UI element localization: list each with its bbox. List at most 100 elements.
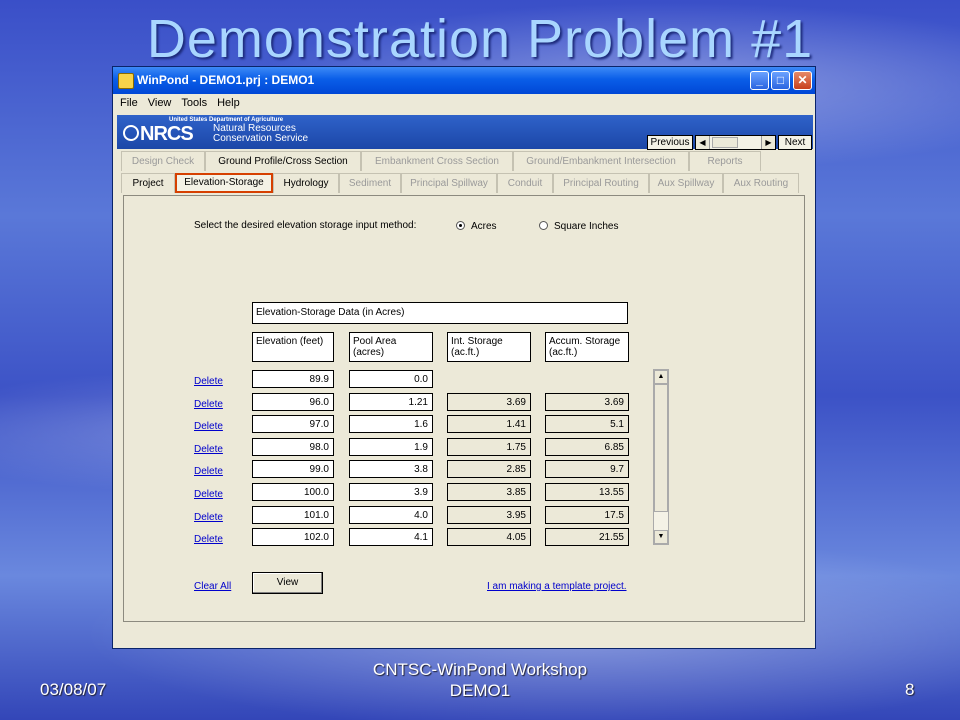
tab-reports[interactable]: Reports [689,151,761,171]
elevation-input[interactable]: 102.0 [252,528,334,546]
nrcs-logo-text: NRCS [140,123,194,145]
scroll-thumb[interactable] [712,137,738,148]
delete-row-link[interactable]: Delete [194,512,223,523]
header-int-storage: Int. Storage (ac.ft.) [447,332,531,362]
navigation-scrollbar[interactable]: ◀ ▶ [695,135,776,150]
accum-storage-value: 13.55 [545,483,629,501]
pool-area-input[interactable]: 4.0 [349,506,433,524]
int-storage-value: 3.85 [447,483,531,501]
header-elevation: Elevation (feet) [252,332,334,362]
accum-storage-value: 17.5 [545,506,629,524]
title-bar[interactable]: WinPond - DEMO1.prj : DEMO1 _ □ ✕ [113,67,815,94]
tab-conduit[interactable]: Conduit [497,173,553,193]
menu-view[interactable]: View [143,95,177,111]
header-accum-storage-line1: Accum. Storage [549,336,621,347]
pool-area-input[interactable]: 3.9 [349,483,433,501]
int-storage-value: 3.95 [447,506,531,524]
previous-button[interactable]: Previous [647,135,693,150]
radio-square-inches[interactable] [539,221,548,230]
nrcs-logo: NRCS [123,123,194,146]
tab-hydrology[interactable]: Hydrology [273,173,339,193]
delete-row-link[interactable]: Delete [194,444,223,455]
close-button[interactable]: ✕ [793,71,812,90]
next-button[interactable]: Next [778,135,812,150]
accum-storage-value: 6.85 [545,438,629,456]
footer-workshop: CNTSC-WinPond Workshop [372,660,588,679]
header-pool-area-line2: (acres) [353,347,385,358]
int-storage-value: 1.41 [447,415,531,433]
tab-elevation-storage[interactable]: Elevation-Storage [175,173,273,193]
pool-area-input[interactable]: 1.6 [349,415,433,433]
clear-all-link[interactable]: Clear All [194,581,231,592]
elevation-input[interactable]: 89.9 [252,370,334,388]
page-number: 8 [905,680,915,699]
elevation-input[interactable]: 99.0 [252,460,334,478]
app-icon [118,73,134,89]
int-storage-value: 1.75 [447,438,531,456]
accum-storage-value: 9.7 [545,460,629,478]
pool-area-input[interactable]: 3.8 [349,460,433,478]
agency-line2: Conservation Service [213,133,309,144]
elevation-input[interactable]: 101.0 [252,506,334,524]
tab-project[interactable]: Project [121,173,175,193]
pool-area-input[interactable]: 1.9 [349,438,433,456]
header-pool-area: Pool Area (acres) [349,332,433,362]
slide-title: Demonstration Problem #1 [146,9,814,69]
accum-storage-value: 3.69 [545,393,629,411]
elevation-input[interactable]: 96.0 [252,393,334,411]
footer-date: 03/08/07 [40,680,107,699]
delete-row-link[interactable]: Delete [194,466,223,477]
pool-area-input[interactable]: 0.0 [349,370,433,388]
table-title: Elevation-Storage Data (in Acres) [252,302,628,324]
scroll-left-icon[interactable]: ◀ [696,136,710,149]
menu-file[interactable]: File [115,95,143,111]
radio-acres[interactable] [456,221,465,230]
elevation-input[interactable]: 97.0 [252,415,334,433]
elevation-input[interactable]: 100.0 [252,483,334,501]
delete-row-link[interactable]: Delete [194,399,223,410]
scroll-thumb[interactable] [654,384,668,512]
footer-center: CNTSC-WinPond Workshop DEMO1 [340,659,620,701]
window-title: WinPond - DEMO1.prj : DEMO1 [137,73,315,87]
scroll-right-icon[interactable]: ▶ [761,136,775,149]
table-scrollbar[interactable]: ▲ ▼ [653,369,669,545]
tab-design-check[interactable]: Design Check [121,151,205,171]
delete-row-link[interactable]: Delete [194,489,223,500]
tab-embankment-cross-section[interactable]: Embankment Cross Section [361,151,513,171]
maximize-button[interactable]: □ [771,71,790,90]
radio-acres-label[interactable]: Acres [471,221,497,232]
header-accum-storage: Accum. Storage (ac.ft.) [545,332,629,362]
accum-storage-value: 5.1 [545,415,629,433]
tab-ground-embankment-intersection[interactable]: Ground/Embankment Intersection [513,151,689,171]
input-method-prompt: Select the desired elevation storage inp… [194,220,417,231]
radio-square-inches-label[interactable]: Square Inches [554,221,619,232]
nrcs-swoosh-icon [123,125,139,141]
tab-aux-routing[interactable]: Aux Routing [723,173,799,193]
header-int-storage-line2: (ac.ft.) [451,347,480,358]
elevation-input[interactable]: 98.0 [252,438,334,456]
int-storage-value: 3.69 [447,393,531,411]
tab-principal-spillway[interactable]: Principal Spillway [401,173,497,193]
tab-principal-routing[interactable]: Principal Routing [553,173,649,193]
menu-help[interactable]: Help [212,95,245,111]
scroll-up-icon[interactable]: ▲ [654,370,668,384]
view-button[interactable]: View [252,572,323,594]
nrcs-agency-name: Natural Resources Conservation Service [213,124,308,144]
pool-area-input[interactable]: 1.21 [349,393,433,411]
menu-tools[interactable]: Tools [176,95,212,111]
scroll-down-icon[interactable]: ▼ [654,530,668,544]
tab-sediment[interactable]: Sediment [339,173,401,193]
delete-row-link[interactable]: Delete [194,534,223,545]
elevation-storage-panel: Select the desired elevation storage inp… [123,195,805,622]
delete-row-link[interactable]: Delete [194,421,223,432]
tab-ground-profile[interactable]: Ground Profile/Cross Section [205,151,361,171]
tab-aux-spillway[interactable]: Aux Spillway [649,173,723,193]
accum-storage-value: 21.55 [545,528,629,546]
delete-row-link[interactable]: Delete [194,376,223,387]
footer-demo: DEMO1 [449,681,511,700]
minimize-button[interactable]: _ [750,71,769,90]
int-storage-value: 2.85 [447,460,531,478]
template-project-link[interactable]: I am making a template project. [487,581,627,592]
winpond-window: WinPond - DEMO1.prj : DEMO1 _ □ ✕ File Vi… [112,66,816,649]
pool-area-input[interactable]: 4.1 [349,528,433,546]
